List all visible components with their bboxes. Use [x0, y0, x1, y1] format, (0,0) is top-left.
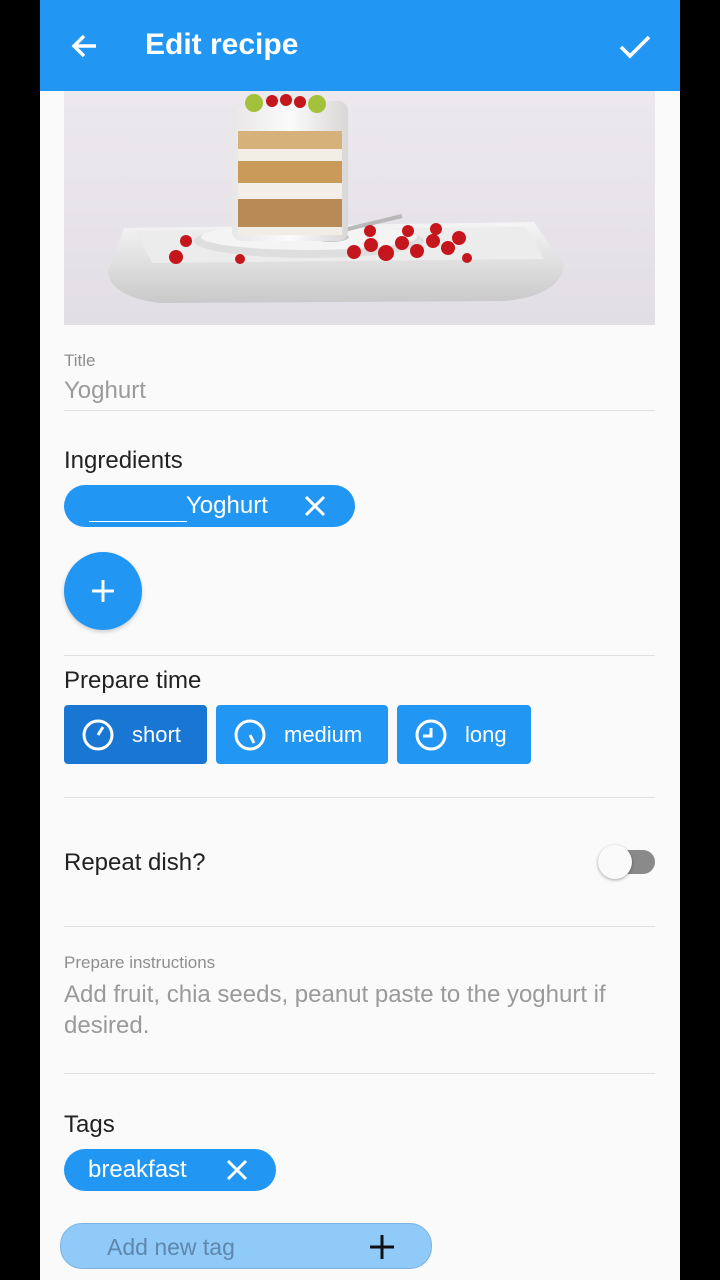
ingredient-underline: [89, 521, 187, 522]
ingredient-chip[interactable]: Yoghurt: [64, 485, 355, 527]
time-option-medium[interactable]: medium: [216, 705, 388, 764]
instructions-input[interactable]: Add fruit, chia seeds, peanut paste to t…: [64, 979, 649, 1041]
arrow-left-icon[interactable]: [68, 30, 100, 62]
close-icon[interactable]: [304, 495, 326, 517]
time-option-label: long: [465, 722, 507, 747]
prepare-time-heading: Prepare time: [64, 667, 202, 694]
section-divider: [64, 926, 655, 927]
tag-label: breakfast: [88, 1156, 187, 1183]
close-icon[interactable]: [226, 1159, 248, 1181]
recipe-image[interactable]: [64, 91, 655, 325]
clock-icon: [234, 719, 266, 751]
tags-heading: Tags: [64, 1111, 115, 1138]
section-divider: [64, 1073, 655, 1074]
repeat-dish-label: Repeat dish?: [64, 849, 206, 876]
page-title: Edit recipe: [145, 28, 299, 61]
recipe-photo: [108, 94, 564, 303]
app-screen: Edit recipe Title Yoghurt Ingredients Yo…: [40, 0, 680, 1280]
time-option-label: short: [132, 722, 181, 747]
clock-icon: [82, 719, 114, 751]
clock-icon: [415, 719, 447, 751]
title-input[interactable]: Yoghurt: [64, 377, 146, 405]
time-option-long[interactable]: long: [397, 705, 531, 764]
title-label: Title: [64, 351, 96, 370]
plus-icon: [92, 580, 114, 602]
instructions-label: Prepare instructions: [64, 953, 216, 972]
section-divider: [64, 655, 655, 656]
app-bar: Edit recipe: [40, 0, 680, 91]
time-option-short[interactable]: short: [64, 705, 207, 764]
ingredients-heading: Ingredients: [64, 447, 183, 474]
plus-icon[interactable]: [369, 1234, 395, 1260]
check-icon[interactable]: [618, 30, 652, 62]
section-divider: [64, 797, 655, 798]
time-option-label: medium: [284, 722, 363, 747]
tag-chip[interactable]: breakfast: [64, 1149, 276, 1191]
repeat-dish-switch-thumb[interactable]: [598, 845, 632, 879]
ingredient-label: Yoghurt: [186, 492, 268, 519]
title-underline: [64, 410, 655, 411]
add-tag-input[interactable]: Add new tag: [60, 1223, 432, 1269]
add-ingredient-button[interactable]: [64, 552, 142, 630]
add-tag-placeholder: Add new tag: [107, 1234, 235, 1260]
